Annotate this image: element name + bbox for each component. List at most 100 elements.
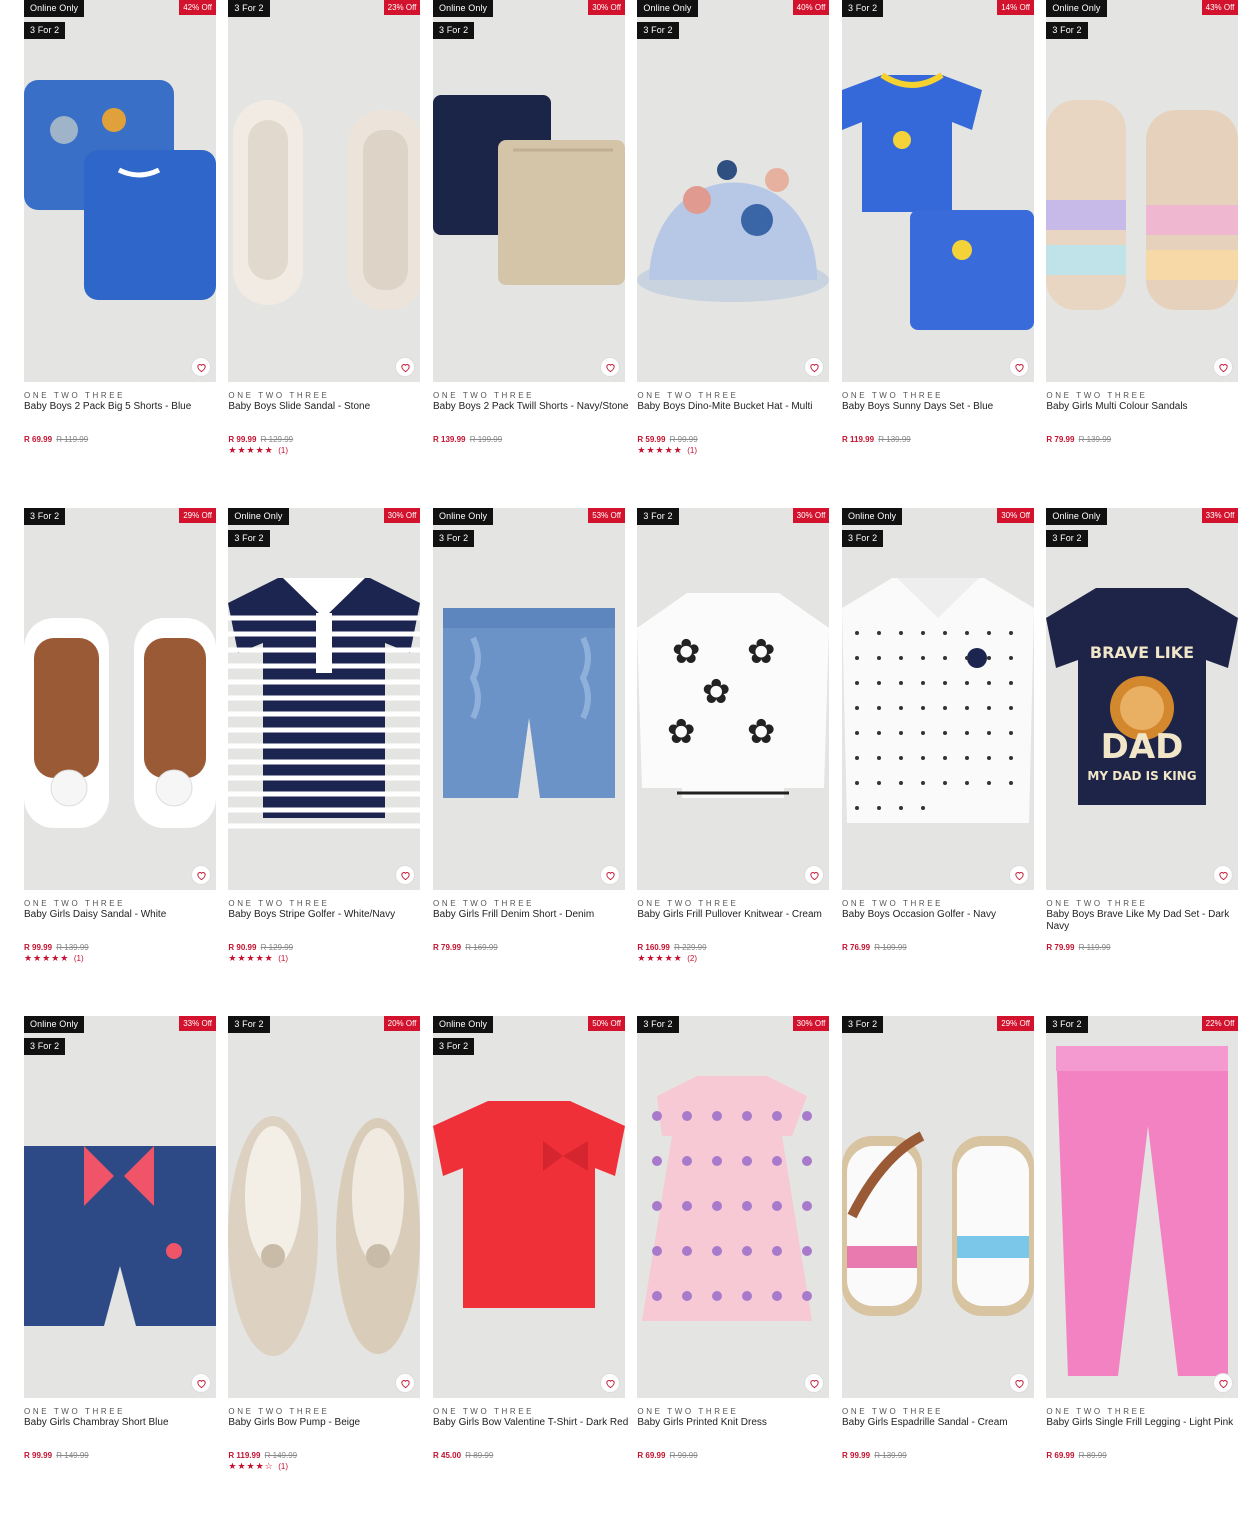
- wishlist-heart-icon[interactable]: [600, 357, 620, 377]
- chambray-short-image: [24, 1146, 216, 1326]
- product-card[interactable]: Online Only 3 For 2 30% Off ONE TWO THREE …: [228, 508, 421, 988]
- product-image[interactable]: Online Only 3 For 2 30% Off: [842, 508, 1034, 890]
- product-name[interactable]: Baby Boys Brave Like My Dad Set - Dark N…: [1046, 909, 1242, 933]
- product-image[interactable]: Online Only 3 For 2 43% Off: [1046, 0, 1239, 382]
- product-image[interactable]: Online Only 3 For 2 50% Off: [433, 1016, 625, 1398]
- product-name[interactable]: Baby Boys Occasion Golfer - Navy: [842, 909, 1038, 921]
- online-only-badge: Online Only: [228, 508, 289, 525]
- twill-shorts-image: [433, 95, 625, 285]
- product-name[interactable]: Baby Boys Slide Sandal - Stone: [228, 401, 424, 413]
- product-image[interactable]: Online Only 3 For 2 30% Off: [433, 0, 625, 382]
- current-price: R 90.99: [228, 943, 257, 952]
- product-card[interactable]: Online Only 3 For 2 30% Off ONE TWO THREE …: [433, 0, 628, 480]
- product-image[interactable]: 3 For 2 22% Off: [1046, 1016, 1239, 1398]
- product-name[interactable]: Baby Girls Multi Colour Sandals: [1046, 401, 1242, 413]
- original-price: R 149.99: [56, 1451, 89, 1460]
- rating[interactable]: ★★★★☆ (1): [228, 1461, 288, 1472]
- product-card[interactable]: Online Only 3 For 2 53% Off ONE TWO THREE …: [433, 508, 625, 988]
- product-card[interactable]: Online Only 3 For 2 30% Off ONE TWO THREE …: [842, 508, 1034, 988]
- wishlist-heart-icon[interactable]: [191, 865, 211, 885]
- product-image[interactable]: Online Only 3 For 2 30% Off: [228, 508, 421, 890]
- product-card[interactable]: Online Only 3 For 2 43% Off ONE TWO THREE …: [1046, 0, 1239, 480]
- rating[interactable]: ★★★★★ (1): [637, 445, 697, 456]
- discount-badge: 53% Off: [588, 508, 625, 523]
- brand-label: ONE TWO THREE: [842, 899, 944, 908]
- product-image[interactable]: BRAVE LIKE DAD MY DAD IS KING Online Only…: [1046, 508, 1239, 890]
- three-for-two-badge: 3 For 2: [637, 22, 679, 39]
- product-card[interactable]: 3 For 2 29% Off ONE TWO THREE Baby Girls …: [24, 508, 216, 988]
- product-name[interactable]: Baby Boys Dino-Mite Bucket Hat - Multi: [637, 401, 833, 413]
- product-name[interactable]: Baby Girls Frill Denim Short - Denim: [433, 909, 629, 921]
- product-name[interactable]: Baby Girls Chambray Short Blue: [24, 1417, 220, 1429]
- product-card[interactable]: ✿ ✿ ✿ ✿ ✿ 3 For 2 30% Off ONE TWO THREE Baby G…: [637, 508, 830, 988]
- brave-dad-tshirt-image: BRAVE LIKE DAD MY DAD IS KING: [1046, 588, 1239, 805]
- three-for-two-badge: 3 For 2: [24, 22, 66, 39]
- price-block: R 99.99 R 139.99: [24, 943, 89, 952]
- product-name[interactable]: Baby Girls Espadrille Sandal - Cream: [842, 1417, 1038, 1429]
- product-image[interactable]: ✿ ✿ ✿ ✿ ✿ 3 For 2 30% Off: [637, 508, 830, 890]
- floral-dress-image: [642, 1076, 813, 1321]
- product-card[interactable]: 3 For 2 14% Off ONE TWO THREE Baby Boys S…: [842, 0, 1034, 480]
- product-card[interactable]: Online Only 3 For 2 40% Off ONE TWO THREE …: [637, 0, 830, 480]
- print-text-top: BRAVE LIKE: [1090, 643, 1194, 662]
- product-name[interactable]: Baby Girls Bow Pump - Beige: [228, 1417, 424, 1429]
- product-name[interactable]: Baby Girls Bow Valentine T-Shirt - Dark …: [433, 1417, 629, 1429]
- product-image[interactable]: 3 For 2 29% Off: [24, 508, 216, 890]
- wishlist-heart-icon[interactable]: [1009, 865, 1029, 885]
- rating[interactable]: ★★★★★ (2): [637, 953, 697, 964]
- rating[interactable]: ★★★★★ (1): [228, 953, 288, 964]
- product-name[interactable]: Baby Boys Sunny Days Set - Blue: [842, 401, 1038, 413]
- product-card[interactable]: 3 For 2 22% Off ONE TWO THREE Baby Girls …: [1046, 1016, 1239, 1496]
- product-name[interactable]: Baby Boys 2 Pack Big 5 Shorts - Blue: [24, 401, 220, 413]
- product-name[interactable]: Baby Girls Single Frill Legging - Light …: [1046, 1417, 1242, 1429]
- wishlist-heart-icon[interactable]: [600, 1373, 620, 1393]
- product-image[interactable]: Online Only 3 For 2 33% Off: [24, 1016, 216, 1398]
- product-card[interactable]: Online Only 3 For 2 33% Off ONE TWO THREE …: [24, 1016, 216, 1496]
- product-image[interactable]: 3 For 2 23% Off: [228, 0, 421, 382]
- rating[interactable]: ★★★★★ (1): [24, 953, 84, 964]
- product-image[interactable]: Online Only 3 For 2 40% Off: [637, 0, 830, 382]
- product-card[interactable]: BRAVE LIKE DAD MY DAD IS KING Online Only…: [1046, 508, 1239, 988]
- product-image[interactable]: 3 For 2 14% Off: [842, 0, 1034, 382]
- svg-text:✿: ✿: [702, 672, 731, 712]
- svg-text:✿: ✿: [747, 632, 776, 672]
- product-card[interactable]: 3 For 2 29% Off ONE TWO THREE Baby Girls …: [842, 1016, 1034, 1496]
- wishlist-heart-icon[interactable]: [191, 1373, 211, 1393]
- rating-stars-icon: ★★★★★: [228, 445, 274, 455]
- product-card[interactable]: Online Only 3 For 2 42% Off ONE TWO THREE …: [24, 0, 216, 480]
- current-price: R 99.99: [842, 1451, 871, 1460]
- product-name[interactable]: Baby Girls Printed Knit Dress: [637, 1417, 833, 1429]
- price-block: R 76.99 R 109.99: [842, 943, 907, 952]
- product-card[interactable]: 3 For 2 30% Off ONE TWO THREE Baby Girls …: [637, 1016, 830, 1496]
- product-name[interactable]: Baby Girls Daisy Sandal - White: [24, 909, 220, 921]
- price-block: R 90.99 R 129.99: [228, 943, 293, 952]
- rating-stars-icon: ★★★★★: [24, 953, 70, 963]
- discount-badge: 40% Off: [792, 0, 830, 15]
- brand-label: ONE TWO THREE: [1046, 1407, 1148, 1416]
- product-name[interactable]: Baby Boys 2 Pack Twill Shorts - Navy/Sto…: [433, 401, 629, 413]
- wishlist-heart-icon[interactable]: [600, 865, 620, 885]
- wishlist-heart-icon[interactable]: [1009, 1373, 1029, 1393]
- wishlist-heart-icon[interactable]: [191, 357, 211, 377]
- svg-text:✿: ✿: [667, 712, 696, 752]
- product-image[interactable]: 3 For 2 30% Off: [637, 1016, 830, 1398]
- product-name[interactable]: Baby Girls Frill Pullover Knitwear - Cre…: [637, 909, 833, 921]
- brand-label: ONE TWO THREE: [842, 391, 944, 400]
- svg-text:✿: ✿: [672, 632, 701, 672]
- original-price: R 129.99: [260, 943, 294, 952]
- three-for-two-badge: 3 For 2: [842, 530, 884, 547]
- product-image[interactable]: 3 For 2 29% Off: [842, 1016, 1034, 1398]
- product-name[interactable]: Baby Boys Stripe Golfer - White/Navy: [228, 909, 424, 921]
- product-card[interactable]: Online Only 3 For 2 50% Off ONE TWO THREE …: [433, 1016, 628, 1496]
- product-card[interactable]: 3 For 2 20% Off ONE TWO THREE Baby Girls …: [228, 1016, 421, 1496]
- rating[interactable]: ★★★★★ (1): [228, 445, 288, 456]
- product-image[interactable]: Online Only 3 For 2 42% Off: [24, 0, 216, 382]
- product-image[interactable]: Online Only 3 For 2 53% Off: [433, 508, 625, 890]
- brand-label: ONE TWO THREE: [1046, 391, 1148, 400]
- discount-badge: 33% Off: [1201, 508, 1239, 523]
- product-image[interactable]: 3 For 2 20% Off: [228, 1016, 421, 1398]
- wishlist-heart-icon[interactable]: [1009, 357, 1029, 377]
- original-price: R 89.99: [465, 1451, 494, 1460]
- product-card[interactable]: 3 For 2 23% Off ONE TWO THREE Baby Boys S…: [228, 0, 421, 480]
- stripe-golfer-image: [228, 578, 421, 829]
